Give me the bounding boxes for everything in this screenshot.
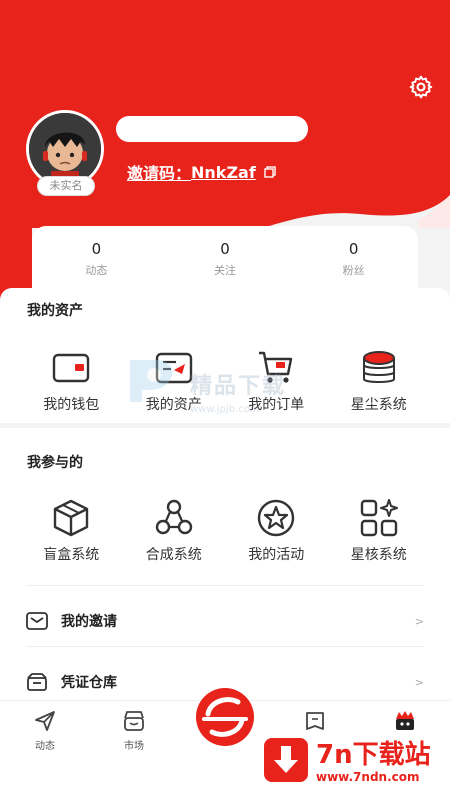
- stat-value: 0: [220, 240, 230, 258]
- settings-gear-icon[interactable]: [408, 74, 434, 100]
- orders-label: 我的订单: [248, 397, 305, 413]
- stardust-label: 星尘系统: [350, 397, 407, 413]
- synthesis-icon: [155, 499, 192, 535]
- brand-name: 7n下载站: [316, 740, 431, 770]
- my-assets-entry[interactable]: 我的资产: [123, 348, 226, 414]
- chevron-right-icon: >: [414, 614, 424, 628]
- cart-icon: [259, 351, 293, 383]
- store-icon: [124, 711, 144, 731]
- invite-code-row[interactable]: 邀请码： NnkZaf: [127, 160, 276, 184]
- star-circle-icon: [258, 499, 295, 537]
- my-invitations-label: 我的邀请: [61, 614, 117, 630]
- stat-label: 动态: [85, 264, 108, 277]
- stat-followers[interactable]: 0 粉丝: [289, 226, 418, 288]
- stat-label: 关注: [214, 264, 236, 277]
- my-assets-label: 我的资产: [145, 397, 202, 413]
- orders-entry[interactable]: 我的订单: [225, 348, 328, 414]
- stardust-entry[interactable]: 星尘系统: [328, 348, 431, 414]
- nav-tab-market[interactable]: 市场: [104, 709, 164, 752]
- stat-value: 0: [348, 240, 359, 258]
- invite-code-value: NnkZaf: [191, 162, 256, 182]
- asset-icon: [155, 352, 192, 384]
- coins-stack-icon: [362, 351, 395, 383]
- wallet-entry[interactable]: 我的钱包: [20, 348, 123, 414]
- chevron-right-icon: >: [414, 675, 424, 689]
- nav-tab-feed[interactable]: 动态: [15, 709, 75, 752]
- mail-icon: [26, 612, 48, 630]
- assets-section: 我的资产 我的钱包 我的资产 我的订单 星尘系统: [0, 288, 450, 423]
- stats-card: 0 动态 0 关注 0 粉丝: [32, 226, 418, 288]
- username-masked: [116, 116, 308, 142]
- divider: [27, 646, 423, 647]
- nav-tab-label: 市场: [124, 741, 144, 752]
- synthesis-label: 合成系统: [145, 547, 202, 563]
- participation-section: 我参与的 盲盒系统 合成系统 我的活动 星核系统 我的邀请 > 凭证仓库 >: [0, 428, 450, 700]
- star-core-label: 星核系统: [350, 547, 407, 563]
- home-logo-icon: [202, 697, 248, 737]
- corner-brand-badge: 7n下载站 www.7ndn.com: [262, 730, 442, 796]
- nav-tab-label: 动态: [35, 741, 55, 752]
- realname-status-badge[interactable]: 未实名: [37, 176, 95, 196]
- stat-value: 0: [91, 240, 102, 258]
- grid-sparkle-icon: [360, 499, 398, 537]
- assets-section-title: 我的资产: [27, 303, 83, 319]
- copy-icon[interactable]: [264, 166, 276, 178]
- stat-label: 粉丝: [342, 264, 365, 277]
- warehouse-icon: [27, 673, 47, 691]
- brand-url: www.7ndn.com: [316, 770, 420, 784]
- download-logo-icon: [264, 738, 308, 782]
- activities-label: 我的活动: [248, 547, 305, 563]
- blind-box-entry[interactable]: 盲盒系统: [20, 498, 123, 564]
- nav-tab-home[interactable]: [196, 688, 254, 746]
- synthesis-entry[interactable]: 合成系统: [123, 498, 226, 564]
- my-invitations-row[interactable]: 我的邀请 >: [26, 606, 424, 636]
- stat-posts[interactable]: 0 动态: [32, 226, 161, 288]
- star-core-entry[interactable]: 星核系统: [328, 498, 431, 564]
- stat-following[interactable]: 0 关注: [161, 226, 290, 288]
- activities-entry[interactable]: 我的活动: [225, 498, 328, 564]
- invite-code-label: 邀请码：: [127, 164, 192, 183]
- send-icon: [35, 711, 55, 731]
- participation-section-title: 我参与的: [27, 455, 83, 471]
- box-icon: [54, 499, 89, 537]
- divider: [27, 585, 423, 586]
- blind-box-label: 盲盒系统: [43, 547, 100, 563]
- wallet-label: 我的钱包: [43, 397, 100, 413]
- wallet-icon: [53, 353, 90, 383]
- avatar-image: [29, 113, 101, 185]
